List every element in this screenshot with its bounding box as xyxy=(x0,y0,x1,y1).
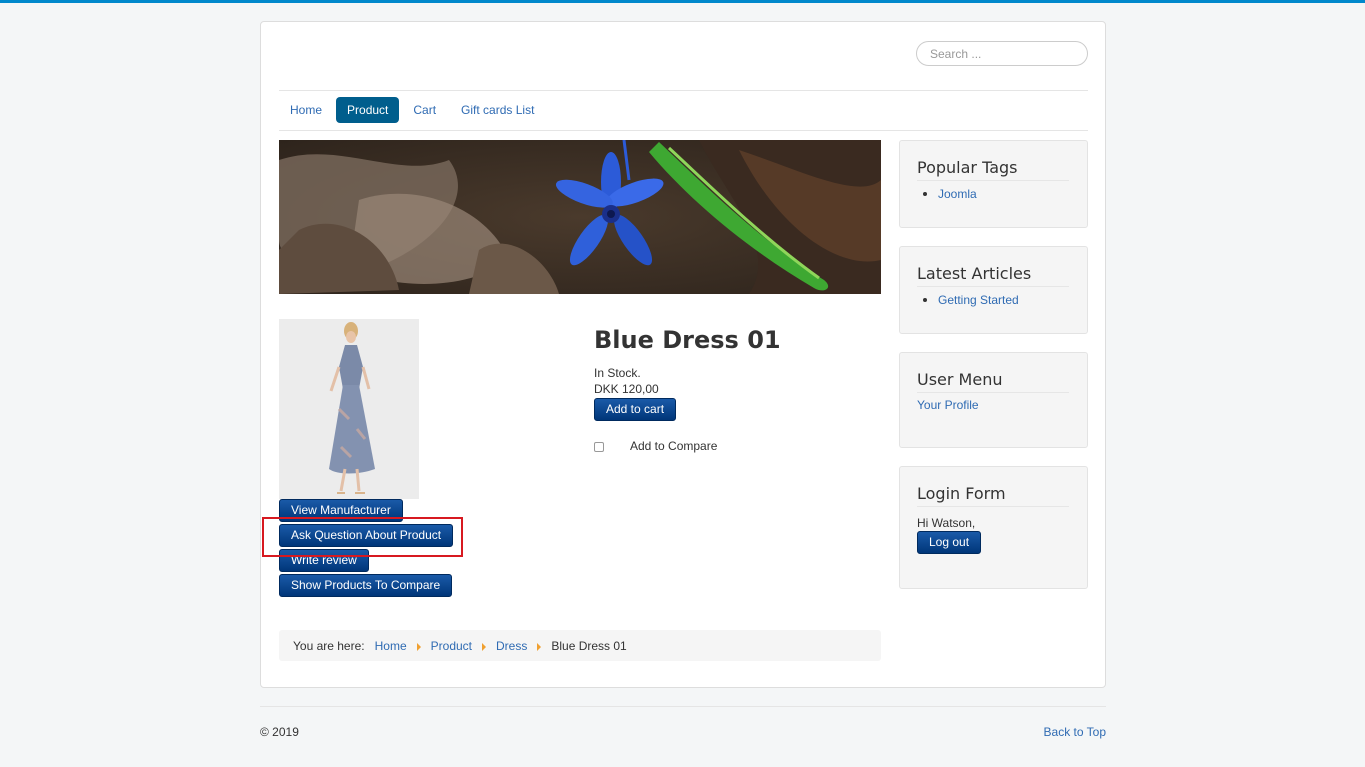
page-container: Home Product Cart Gift cards List xyxy=(260,21,1106,688)
user-menu-title: User Menu xyxy=(917,370,1069,393)
nav-item-cart[interactable]: Cart xyxy=(402,97,447,123)
nav-item-product[interactable]: Product xyxy=(336,97,400,123)
user-menu-module: User Menu Your Profile xyxy=(899,352,1088,448)
product-image[interactable] xyxy=(279,319,419,499)
breadcrumb-product[interactable]: Product xyxy=(431,639,472,653)
add-to-cart-button[interactable]: Add to cart xyxy=(594,398,677,421)
nav-item-home[interactable]: Home xyxy=(279,97,333,123)
popular-tags-list: Joomla xyxy=(923,187,977,201)
product-title: Blue Dress 01 xyxy=(594,326,781,354)
breadcrumb-current: Blue Dress 01 xyxy=(551,638,627,653)
add-to-compare-label[interactable]: Add to Compare xyxy=(630,439,717,453)
copyright-text: © 2019 xyxy=(260,725,299,739)
article-link-getting-started[interactable]: Getting Started xyxy=(938,293,1019,307)
popular-tags-title: Popular Tags xyxy=(917,158,1069,181)
top-accent-bar xyxy=(0,0,1365,3)
latest-articles-list: Getting Started xyxy=(923,293,1019,307)
list-item: Joomla xyxy=(923,187,977,201)
product-price: DKK 120,00 xyxy=(594,382,659,396)
back-to-top-link[interactable]: Back to Top xyxy=(1044,725,1106,739)
latest-articles-module: Latest Articles Getting Started xyxy=(899,246,1088,334)
breadcrumb-prefix: You are here: xyxy=(293,638,365,653)
nav-divider xyxy=(279,130,1088,131)
show-compare-button[interactable]: Show Products To Compare xyxy=(279,574,453,597)
header-divider xyxy=(279,90,1088,91)
logout-button[interactable]: Log out xyxy=(917,531,982,554)
latest-articles-title: Latest Articles xyxy=(917,264,1069,287)
login-greeting: Hi Watson, xyxy=(917,516,976,530)
login-form-module: Login Form Hi Watson, Log out xyxy=(899,466,1088,589)
breadcrumb-separator-icon xyxy=(416,642,421,651)
breadcrumb: You are here: Home Product Dress Blue Dr… xyxy=(279,630,881,661)
stock-status: In Stock. xyxy=(594,366,641,380)
breadcrumb-separator-icon xyxy=(537,642,542,651)
breadcrumb-dress[interactable]: Dress xyxy=(496,639,527,653)
main-nav: Home Product Cart Gift cards List xyxy=(279,97,548,123)
list-item: Getting Started xyxy=(923,293,1019,307)
compare-checkbox[interactable] xyxy=(594,442,604,452)
breadcrumb-home[interactable]: Home xyxy=(375,639,407,653)
search-input[interactable] xyxy=(916,41,1088,66)
footer-divider xyxy=(260,706,1106,707)
header-banner-image xyxy=(279,140,881,294)
breadcrumb-separator-icon xyxy=(482,642,486,651)
popular-tags-module: Popular Tags Joomla xyxy=(899,140,1088,228)
highlight-box xyxy=(262,517,463,557)
tag-link-joomla[interactable]: Joomla xyxy=(938,187,977,201)
login-form-title: Login Form xyxy=(917,484,1069,507)
nav-item-gift-cards[interactable]: Gift cards List xyxy=(450,97,545,123)
your-profile-link[interactable]: Your Profile xyxy=(917,398,979,412)
